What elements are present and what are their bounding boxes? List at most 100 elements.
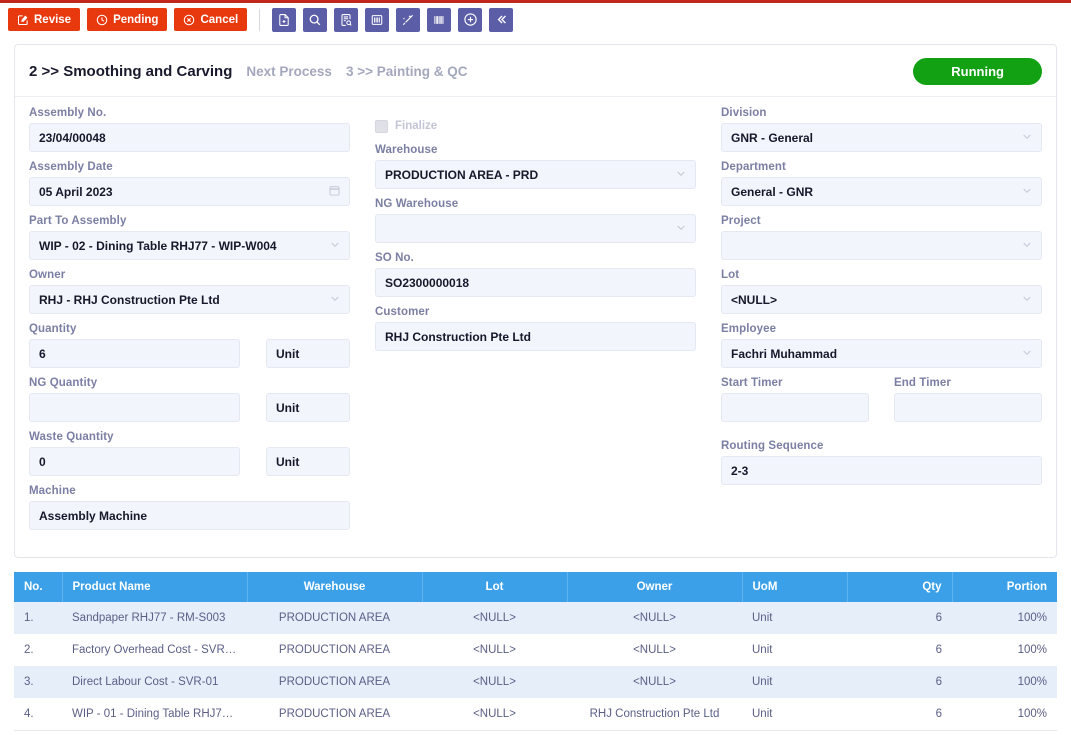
- chevron-down-icon: [1021, 238, 1033, 253]
- search-icon: [308, 13, 322, 27]
- table-row[interactable]: 3. Direct Labour Cost - SVR-01 PRODUCTIO…: [14, 666, 1057, 698]
- pending-button[interactable]: Pending: [87, 8, 168, 31]
- column-header-warehouse[interactable]: Warehouse: [247, 572, 423, 602]
- customer-field: Customer RHJ Construction Pte Ltd: [375, 306, 696, 351]
- cell-warehouse: PRODUCTION AREA: [247, 602, 422, 634]
- ng-warehouse-select[interactable]: [375, 214, 696, 243]
- column-header-product-name[interactable]: Product Name: [62, 572, 248, 602]
- barcode-icon-button[interactable]: [427, 7, 452, 32]
- warehouse-select[interactable]: PRODUCTION AREA - PRD: [375, 160, 696, 189]
- toolbar: Revise Pending Cancel: [0, 3, 1071, 36]
- finalize-field[interactable]: Finalize: [375, 117, 696, 135]
- start-timer-input[interactable]: [721, 393, 869, 422]
- cell-portion: 100%: [952, 634, 1057, 666]
- cell-product-name: WIP - 01 - Dining Table RHJ77 - WIP-W003: [62, 698, 247, 731]
- cell-lot: <NULL>: [422, 634, 567, 666]
- ng-warehouse-label: NG Warehouse: [375, 198, 459, 210]
- lot-select[interactable]: <NULL>: [721, 285, 1042, 314]
- plus-circle-icon-button[interactable]: [458, 7, 483, 32]
- start-timer-label: Start Timer: [721, 377, 783, 389]
- plus-circle-icon: [463, 12, 478, 27]
- toolbar-divider: [259, 8, 261, 31]
- table-row[interactable]: 1. Sandpaper RHJ77 - RM-S003 PRODUCTION …: [14, 602, 1057, 634]
- column-header-lot[interactable]: Lot: [422, 572, 568, 602]
- edit-square-icon: [17, 14, 29, 26]
- table-row[interactable]: 4. WIP - 01 - Dining Table RHJ77 - WIP-W…: [14, 698, 1057, 731]
- column-header-owner[interactable]: Owner: [567, 572, 743, 602]
- timer-row: Start Timer End Timer: [721, 377, 1042, 431]
- so-no-label: SO No.: [375, 252, 414, 264]
- cell-portion: 100%: [952, 602, 1057, 634]
- form-column-left: Assembly No. 23/04/00048 Assembly Date 0…: [29, 107, 350, 539]
- form-area: Assembly No. 23/04/00048 Assembly Date 0…: [15, 97, 1056, 557]
- chevron-down-icon: [1021, 184, 1033, 199]
- cancel-button[interactable]: Cancel: [174, 8, 248, 31]
- new-document-icon: [277, 13, 291, 27]
- employee-select[interactable]: Fachri Muhammad: [721, 339, 1042, 368]
- employee-field: Employee Fachri Muhammad: [721, 323, 1042, 368]
- lot-value: <NULL>: [731, 292, 778, 307]
- part-to-assembly-label: Part To Assembly: [29, 215, 127, 227]
- cancel-button-label: Cancel: [200, 13, 239, 26]
- division-select[interactable]: GNR - General: [721, 123, 1042, 152]
- employee-label: Employee: [721, 323, 777, 335]
- magic-wand-icon-button[interactable]: [396, 7, 421, 32]
- x-circle-icon: [183, 14, 195, 26]
- ng-quantity-label: NG Quantity: [29, 377, 98, 389]
- column-header-uom[interactable]: UoM: [742, 572, 848, 602]
- cell-owner: <NULL>: [567, 602, 742, 634]
- ng-quantity-input[interactable]: [29, 393, 240, 422]
- so-no-input[interactable]: SO2300000018: [375, 268, 696, 297]
- table-row[interactable]: 2. Factory Overhead Cost - SVR-02 PRODUC…: [14, 634, 1057, 666]
- ng-warehouse-field: NG Warehouse: [375, 198, 696, 243]
- lot-label: Lot: [721, 269, 740, 281]
- department-label: Department: [721, 161, 786, 173]
- revise-button[interactable]: Revise: [8, 8, 81, 31]
- cell-no: 3.: [14, 666, 62, 698]
- start-timer-field: Start Timer: [721, 377, 869, 422]
- warehouse-label: Warehouse: [375, 144, 438, 156]
- quantity-uom-field: Unit: [266, 339, 350, 368]
- end-timer-field: End Timer: [894, 377, 1042, 422]
- column-header-qty[interactable]: Qty: [847, 572, 953, 602]
- end-timer-input[interactable]: [894, 393, 1042, 422]
- routing-sequence-input[interactable]: 2-3: [721, 456, 1042, 485]
- owner-value: RHJ - RHJ Construction Pte Ltd: [39, 292, 220, 307]
- waste-quantity-field: Waste Quantity 0: [29, 431, 240, 476]
- part-to-assembly-field: Part To Assembly WIP - 02 - Dining Table…: [29, 215, 350, 260]
- cell-portion: 100%: [952, 698, 1057, 731]
- next-process-value[interactable]: 3 >> Painting & QC: [346, 64, 468, 79]
- waste-quantity-input[interactable]: 0: [29, 447, 240, 476]
- assembly-date-input[interactable]: 05 April 2023: [29, 177, 350, 206]
- part-to-assembly-select[interactable]: WIP - 02 - Dining Table RHJ77 - WIP-W004: [29, 231, 350, 260]
- card-header: 2 >> Smoothing and Carving Next Process …: [15, 45, 1056, 97]
- cell-warehouse: PRODUCTION AREA: [247, 634, 422, 666]
- new-document-icon-button[interactable]: [272, 7, 297, 32]
- owner-field: Owner RHJ - RHJ Construction Pte Ltd: [29, 269, 350, 314]
- division-value: GNR - General: [731, 130, 814, 145]
- owner-select[interactable]: RHJ - RHJ Construction Pte Ltd: [29, 285, 350, 314]
- column-header-no[interactable]: No.: [14, 572, 63, 602]
- assembly-no-input[interactable]: 23/04/00048: [29, 123, 350, 152]
- cell-uom: Unit: [742, 666, 847, 698]
- document-search-icon-button[interactable]: [334, 7, 359, 32]
- cell-portion: 100%: [952, 666, 1057, 698]
- assembly-date-value: 05 April 2023: [39, 184, 113, 199]
- column-header-portion[interactable]: Portion: [952, 572, 1057, 602]
- barcode-icon: [432, 13, 446, 27]
- department-select[interactable]: General - GNR: [721, 177, 1042, 206]
- ng-quantity-uom-value: Unit: [266, 393, 350, 422]
- quantity-input[interactable]: 6: [29, 339, 240, 368]
- status-badge[interactable]: Running: [913, 58, 1042, 85]
- cell-product-name: Factory Overhead Cost - SVR-02: [62, 634, 247, 666]
- calendar-icon[interactable]: [328, 184, 341, 200]
- materials-table: No. Product Name Warehouse Lot Owner UoM…: [14, 572, 1057, 731]
- project-select[interactable]: [721, 231, 1042, 260]
- search-icon-button[interactable]: [303, 7, 328, 32]
- collapse-left-icon-button[interactable]: [489, 7, 514, 32]
- finalize-checkbox[interactable]: [375, 119, 388, 133]
- machine-input[interactable]: Assembly Machine: [29, 501, 350, 530]
- employee-value: Fachri Muhammad: [731, 346, 838, 361]
- book-icon-button[interactable]: [365, 7, 390, 32]
- customer-input[interactable]: RHJ Construction Pte Ltd: [375, 322, 696, 351]
